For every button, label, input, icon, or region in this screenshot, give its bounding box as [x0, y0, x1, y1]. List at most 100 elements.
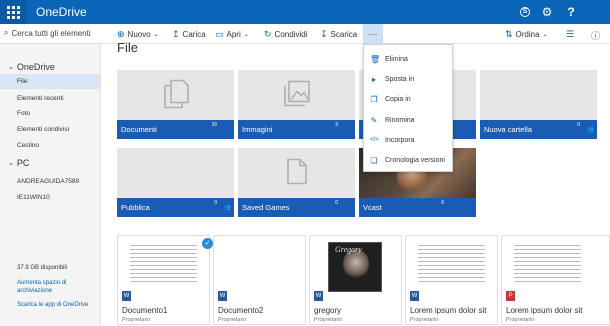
menu-item-copy[interactable]: ❐ Copia in	[364, 89, 452, 109]
upload-button[interactable]: ↥ Carica	[172, 29, 206, 40]
file-name: Lorem ipsum dolor sit	[506, 306, 583, 315]
search-label: Cerca tutti gli elementi	[11, 28, 91, 38]
help-button[interactable]: ?	[558, 0, 584, 24]
folder-name: Vcast	[359, 198, 476, 217]
chevron-down-icon: ⌄	[8, 160, 14, 167]
settings-button[interactable]: ⚙	[534, 0, 560, 24]
item-count: 16	[211, 122, 217, 128]
more-actions-button[interactable]: ···	[363, 24, 383, 44]
word-icon: W	[314, 291, 323, 301]
file-owner: Proprietario	[218, 317, 247, 323]
menu-item-rename[interactable]: ✎ Rinomina	[364, 110, 452, 130]
pc-header-label: PC	[16, 158, 30, 168]
version-history-icon: ❏	[370, 155, 378, 165]
command-bar: ⌕ Cerca tutti gli elementi ⊕ Nuovo ⌄ ↥ C…	[0, 24, 610, 44]
folder-tile[interactable]: Nuova cartella 0 👥	[480, 70, 597, 139]
pc-section-header[interactable]: ⌄ PC	[8, 158, 29, 168]
file-name: Documento1	[122, 306, 168, 315]
info-icon: ⓘ	[591, 31, 601, 41]
view-toggle-button[interactable]: ☰	[566, 29, 574, 40]
document-preview	[126, 242, 201, 296]
file-tile[interactable]: Gregory W gregory Proprietario	[309, 235, 402, 325]
folder-open-icon: ▭	[215, 29, 224, 39]
help-icon: ?	[567, 5, 575, 19]
list-view-icon: ☰	[566, 29, 575, 39]
increase-storage-link[interactable]: Aumenta spazio di archiviazione	[17, 279, 97, 295]
sidebar-item-recycle-bin[interactable]: Cestino	[0, 138, 100, 153]
folder-tile[interactable]: Pubblica 0 👥	[117, 148, 234, 217]
embed-icon: </>	[370, 137, 379, 143]
app-title[interactable]: OneDrive	[36, 5, 87, 19]
word-icon: W	[410, 291, 419, 301]
open-button[interactable]: ▭ Apri ⌄	[215, 29, 249, 40]
storage-available: 37.9 GB disponibili	[17, 265, 68, 271]
rename-icon: ✎	[370, 115, 378, 125]
waffle-icon	[6, 5, 20, 19]
download-label: Scarica	[330, 30, 358, 39]
menu-item-version-history[interactable]: ❏ Cronologia versioni	[364, 150, 452, 170]
top-bar: OneDrive S ⚙ ?	[0, 0, 610, 24]
document-stack-icon	[163, 79, 189, 114]
menu-item-move[interactable]: ▸ Sposta in	[364, 69, 452, 89]
sort-button[interactable]: ⇅ Ordina ⌄	[505, 29, 548, 40]
sidebar-item-file[interactable]: File	[0, 74, 100, 89]
file-owner: Proprietario	[506, 317, 535, 323]
sidebar-item-pc-2[interactable]: IE11WIN10	[0, 190, 100, 205]
get-apps-link[interactable]: Scarica le app di OneDrive	[17, 301, 97, 309]
shared-people-icon: 👥	[586, 127, 594, 133]
pdf-icon: P	[506, 291, 515, 301]
item-count: 0	[335, 200, 338, 206]
app-launcher-button[interactable]	[0, 0, 26, 24]
item-count: 6	[441, 200, 444, 206]
menu-item-delete[interactable]: 🗑 Elimina	[364, 49, 452, 69]
more-actions-menu: 🗑 Elimina ▸ Sposta in ❐ Copia in ✎ Rinom…	[363, 44, 453, 172]
details-pane-button[interactable]: ⓘ	[591, 29, 600, 42]
folder-tile[interactable]: Saved Games 0	[238, 148, 355, 217]
move-folder-icon: ▸	[371, 74, 376, 84]
menu-item-label: Copia in	[385, 95, 411, 103]
chevron-down-icon: ⌄	[8, 64, 14, 71]
folder-tile[interactable]: Documenti 16	[117, 70, 234, 139]
share-label: Condividi	[274, 30, 308, 39]
plus-circle-icon: ⊕	[117, 29, 125, 39]
sidebar-item-recent[interactable]: Elementi recenti	[0, 91, 100, 106]
item-count: 3	[335, 122, 338, 128]
file-owner: Proprietario	[122, 317, 151, 323]
sidebar-item-pc-1[interactable]: ANDREAGUIDA7589	[0, 174, 100, 189]
file-owner: Proprietario	[410, 317, 439, 323]
onedrive-section-header[interactable]: ⌄ OneDrive	[8, 62, 55, 72]
menu-item-label: Incorpora	[385, 136, 415, 144]
image-stack-icon	[283, 80, 311, 113]
folder-tile[interactable]: Immagini 3	[238, 70, 355, 139]
upload-icon: ↥	[172, 29, 180, 39]
word-icon: W	[122, 291, 131, 301]
new-button[interactable]: ⊕ Nuovo ⌄	[117, 29, 159, 40]
chevron-down-icon: ⌄	[243, 32, 249, 38]
sidebar-item-shared[interactable]: Elementi condivisi	[0, 122, 100, 137]
file-tile[interactable]: P Lorem ipsum dolor sit Proprietario	[501, 235, 610, 325]
file-tile[interactable]: W Lorem ipsum dolor sit Proprietario	[405, 235, 498, 325]
search-box[interactable]: ⌕ Cerca tutti gli elementi	[4, 28, 91, 38]
open-label: Apri	[226, 30, 241, 39]
page-title: File	[117, 40, 138, 55]
sort-icon: ⇅	[505, 29, 513, 39]
menu-item-label: Elimina	[385, 55, 408, 63]
onedrive-header-label: OneDrive	[16, 62, 55, 72]
download-icon: ↧	[320, 29, 328, 39]
share-button[interactable]: ↻ Condividi	[264, 29, 307, 40]
file-tile[interactable]: W ✓ Documento1 Proprietario	[117, 235, 213, 325]
document-preview: Gregory	[328, 242, 382, 292]
document-icon	[286, 158, 308, 191]
menu-item-embed[interactable]: </> Incorpora	[364, 130, 452, 150]
sidebar-item-photos[interactable]: Foto	[0, 106, 100, 121]
chevron-down-icon: ⌄	[542, 32, 548, 38]
new-label: Nuovo	[127, 30, 151, 39]
sidebar: ⌄ OneDrive File Elementi recenti Foto El…	[0, 44, 101, 326]
file-name: gregory	[314, 306, 342, 315]
download-button[interactable]: ↧ Scarica	[320, 29, 357, 40]
document-preview	[414, 242, 489, 296]
copy-icon: ❐	[370, 94, 378, 104]
shared-people-icon: 👥	[223, 205, 231, 211]
file-tile[interactable]: W Documento2 Proprietario	[213, 235, 306, 325]
selected-check-icon[interactable]: ✓	[202, 238, 213, 249]
